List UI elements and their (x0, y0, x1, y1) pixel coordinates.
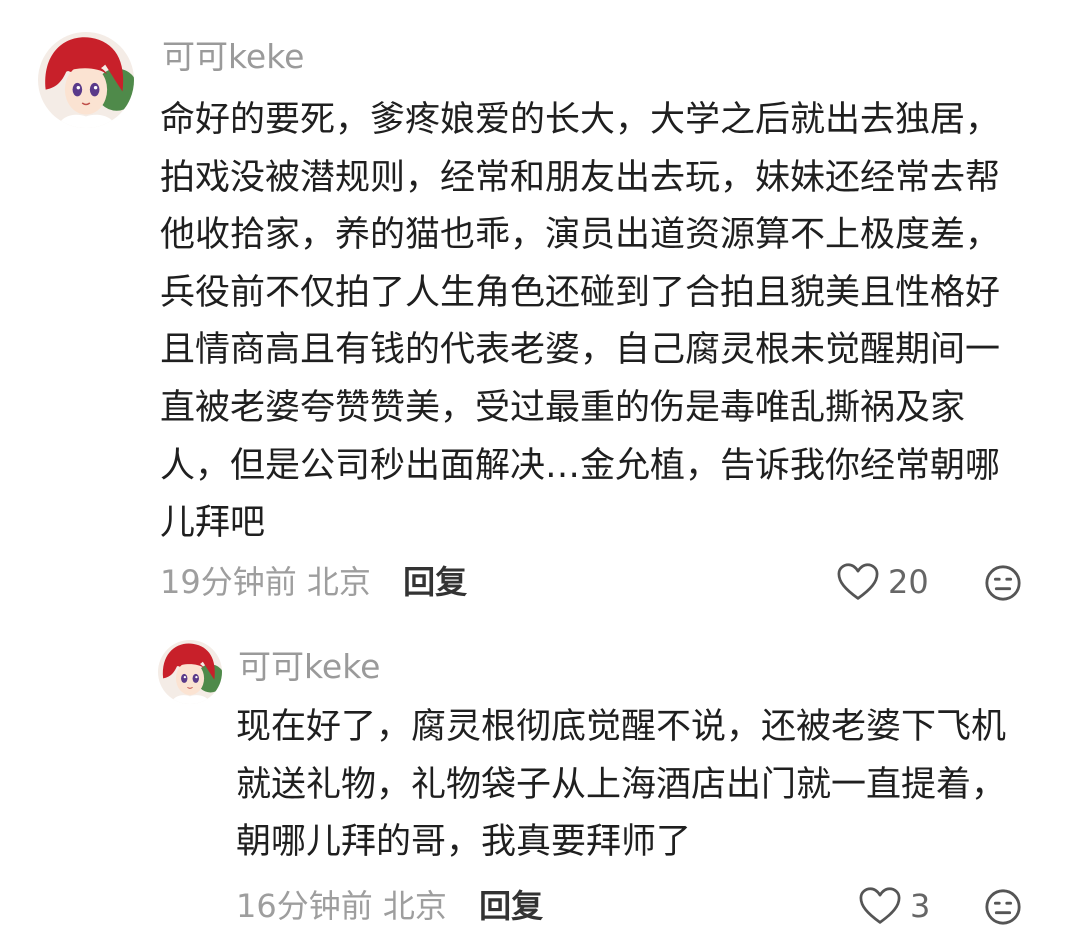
frown-face-icon (985, 889, 1021, 925)
comment-text-line: 直被老婆夸赞赞美，受过最重的伤是毒唯乱撕祸及家 (160, 387, 966, 428)
comment-text-line: 现在好了，腐灵根彻底觉醒不说，还被老婆下飞机 (236, 707, 1007, 747)
like-count: 20 (888, 563, 929, 601)
comment-text-line: 人，但是公司秒出面解决…金允植，告诉我你经常朝哪 (160, 445, 1001, 486)
comment-text-line: 他收拾家，养的猫也乖，演员出道资源算不上极度差， (160, 215, 1001, 256)
comment-location: 北京 (306, 563, 371, 601)
comment-body: 现在好了，腐灵根彻底觉醒不说，还被老婆下飞机 就送礼物，礼物袋子从上海酒店出门就… (236, 699, 1006, 872)
dislike-button[interactable] (984, 564, 1022, 602)
comment-text-line: 拍戏没被潜规则，经常和朋友出去玩，妹妹还经常去帮 (160, 157, 1001, 198)
comment-meta: 19分钟前 北京 回复 (160, 562, 467, 602)
comment-username[interactable]: 可可keke (162, 37, 304, 77)
heart-outline-icon (859, 887, 901, 924)
like-button[interactable]: 3 (858, 886, 930, 926)
comment-meta: 16分钟前 北京 回复 (236, 886, 543, 926)
like-button[interactable]: 20 (836, 562, 929, 602)
comment-text-line: 朝哪儿拜的哥，我真要拜师了 (236, 822, 692, 863)
like-count: 3 (910, 887, 931, 925)
comment-text-line: 儿拜吧 (160, 503, 266, 544)
comment-text-line: 就送礼物，礼物袋子从上海酒店出门就一直提着， (236, 764, 1007, 805)
avatar[interactable] (38, 32, 134, 128)
reply-button[interactable]: 回复 (479, 887, 543, 925)
frown-face-icon (985, 565, 1021, 601)
heart-outline-icon (837, 563, 879, 600)
avatar[interactable] (158, 640, 222, 704)
dislike-button[interactable] (984, 888, 1022, 926)
anime-girl-avatar-icon (38, 32, 134, 128)
anime-girl-avatar-icon (158, 640, 222, 704)
comment-username[interactable]: 可可keke (238, 647, 380, 687)
comment-text-line: 命好的要死，爹疼娘爱的长大，大学之后就出去独居， (160, 100, 1001, 140)
reply-button[interactable]: 回复 (403, 563, 467, 601)
comment-text-line: 且情商高且有钱的代表老婆，自己腐灵根未觉醒期间一 (160, 330, 1001, 371)
comment-text-line: 兵役前不仅拍了人生角色还碰到了合拍且貌美且性格好 (160, 272, 1001, 313)
comment-timestamp: 19分钟前 (160, 563, 297, 601)
comment-body: 命好的要死，爹疼娘爱的长大，大学之后就出去独居， 拍戏没被潜规则，经常和朋友出去… (160, 92, 1000, 553)
comment-location: 北京 (382, 887, 447, 925)
comment-timestamp: 16分钟前 (236, 887, 373, 925)
